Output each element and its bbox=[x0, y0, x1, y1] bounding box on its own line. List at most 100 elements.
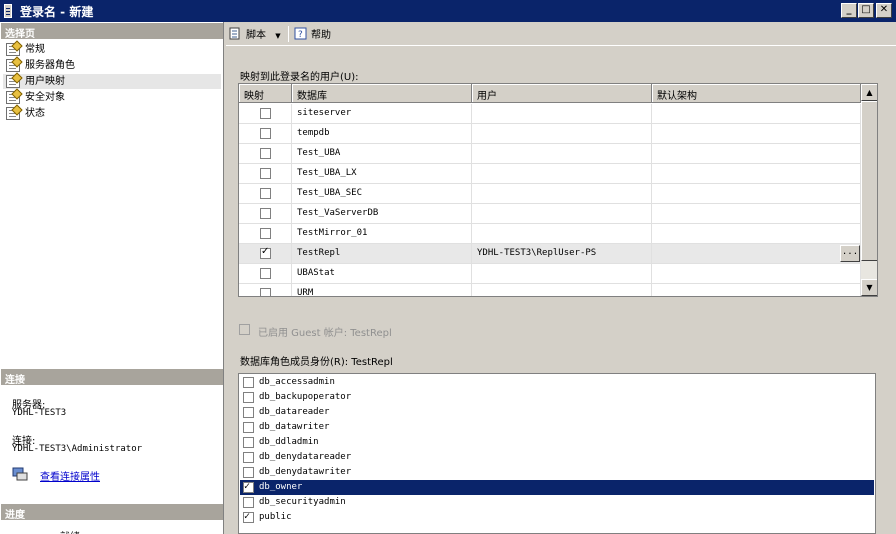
maximize-button[interactable]: □ bbox=[858, 3, 874, 18]
user-cell[interactable] bbox=[472, 164, 652, 184]
table-row[interactable]: Test_UBA_LX bbox=[239, 164, 861, 184]
table-row[interactable]: siteserver bbox=[239, 104, 861, 124]
nav-item[interactable]: 用户映射 bbox=[3, 74, 221, 89]
user-cell[interactable] bbox=[472, 124, 652, 144]
nav-item-label: 常规 bbox=[25, 44, 45, 55]
map-checkbox[interactable] bbox=[260, 188, 271, 199]
role-item[interactable]: db_ddladmin bbox=[240, 435, 874, 450]
col-header-map[interactable]: 映射 bbox=[239, 84, 292, 103]
page-icon bbox=[6, 107, 20, 120]
role-checkbox[interactable] bbox=[243, 407, 254, 418]
role-item[interactable]: db_datareader bbox=[240, 405, 874, 420]
map-checkbox[interactable] bbox=[260, 246, 271, 259]
default-schema-cell[interactable] bbox=[652, 104, 861, 124]
default-schema-cell[interactable] bbox=[652, 284, 861, 296]
role-checkbox[interactable] bbox=[243, 497, 254, 508]
svg-text:?: ? bbox=[298, 30, 303, 40]
default-schema-cell[interactable] bbox=[652, 164, 861, 184]
col-header-user[interactable]: 用户 bbox=[472, 84, 652, 103]
table-row[interactable]: tempdb bbox=[239, 124, 861, 144]
table-row[interactable]: URM bbox=[239, 284, 861, 296]
nav-item-label: 服务器角色 bbox=[25, 60, 75, 71]
user-cell[interactable]: YDHL-TEST3\ReplUser-PS bbox=[472, 244, 652, 264]
role-item[interactable]: db_datawriter bbox=[240, 420, 874, 435]
schema-browse-button[interactable]: ... bbox=[840, 245, 860, 262]
table-row[interactable]: TestMirror_01 bbox=[239, 224, 861, 244]
table-row[interactable]: Test_VaServerDB bbox=[239, 204, 861, 224]
nav-item[interactable]: 服务器角色 bbox=[3, 58, 221, 73]
map-checkbox[interactable] bbox=[260, 168, 271, 179]
user-cell[interactable] bbox=[472, 104, 652, 124]
role-item[interactable]: db_denydatawriter bbox=[240, 465, 874, 480]
role-checkbox[interactable] bbox=[243, 510, 254, 524]
guest-checkbox[interactable] bbox=[239, 324, 250, 335]
col-header-database[interactable]: 数据库 bbox=[292, 84, 472, 103]
view-connection-properties-link[interactable]: 查看连接属性 bbox=[40, 468, 100, 483]
table-row[interactable]: TestReplYDHL-TEST3\ReplUser-PS... bbox=[239, 244, 861, 264]
nav-item[interactable]: 安全对象 bbox=[3, 90, 221, 105]
user-cell[interactable] bbox=[472, 264, 652, 284]
scroll-up-button[interactable]: ▲ bbox=[861, 84, 877, 101]
left-pane: 选择页 常规 服务器角色 用户映射 安全对象 状态 连接 服务器: YDHL-TEST3… bbox=[0, 22, 224, 534]
role-name: db_ddladmin bbox=[259, 437, 319, 447]
user-cell[interactable] bbox=[472, 224, 652, 244]
default-schema-cell[interactable] bbox=[652, 144, 861, 164]
script-label: 脚本 bbox=[246, 30, 266, 41]
role-checkbox[interactable] bbox=[243, 452, 254, 463]
default-schema-cell[interactable] bbox=[652, 184, 861, 204]
map-checkbox[interactable] bbox=[260, 228, 271, 239]
table-row[interactable]: Test_UBA_SEC bbox=[239, 184, 861, 204]
page-glyph bbox=[6, 75, 20, 88]
role-checkbox[interactable] bbox=[243, 377, 254, 388]
scroll-thumb[interactable] bbox=[861, 101, 877, 261]
map-cell bbox=[239, 164, 292, 184]
script-button[interactable]: 脚本 ▼ bbox=[229, 27, 281, 42]
map-cell bbox=[239, 244, 292, 264]
toolbar: 脚本 ▼ ? 帮助 bbox=[226, 22, 896, 46]
nav-item[interactable]: 常规 bbox=[3, 42, 221, 57]
scroll-down-button[interactable]: ▼ bbox=[861, 279, 877, 296]
default-schema-cell[interactable]: ... bbox=[652, 244, 861, 264]
map-checkbox[interactable] bbox=[260, 148, 271, 159]
minimize-button[interactable]: _ bbox=[841, 3, 857, 18]
map-checkbox[interactable] bbox=[260, 128, 271, 139]
close-button[interactable]: ✕ bbox=[876, 3, 892, 18]
role-item[interactable]: db_owner bbox=[240, 480, 874, 495]
database-cell: siteserver bbox=[292, 104, 472, 124]
help-button[interactable]: ? 帮助 bbox=[294, 27, 331, 42]
map-checkbox[interactable] bbox=[260, 108, 271, 119]
role-item[interactable]: db_accessadmin bbox=[240, 375, 874, 390]
col-header-default-schema[interactable]: 默认架构 bbox=[652, 84, 861, 103]
grid-scrollbar[interactable]: ▲ ▼ bbox=[861, 84, 877, 296]
role-item[interactable]: db_denydatareader bbox=[240, 450, 874, 465]
role-membership-list: db_accessadmin db_backupoperator db_datare… bbox=[238, 373, 876, 534]
user-cell[interactable] bbox=[472, 184, 652, 204]
default-schema-cell[interactable] bbox=[652, 204, 861, 224]
user-cell[interactable] bbox=[472, 204, 652, 224]
role-item[interactable]: public bbox=[240, 510, 874, 525]
role-checkbox[interactable] bbox=[243, 392, 254, 403]
map-checkbox[interactable] bbox=[260, 208, 271, 219]
user-cell[interactable] bbox=[472, 144, 652, 164]
connection-properties-icon bbox=[12, 467, 28, 481]
page-icon bbox=[6, 59, 20, 72]
nav-item[interactable]: 状态 bbox=[3, 106, 221, 121]
table-row[interactable]: Test_UBA bbox=[239, 144, 861, 164]
table-row[interactable]: UBAStat bbox=[239, 264, 861, 284]
window-icon bbox=[4, 4, 12, 18]
role-checkbox[interactable] bbox=[243, 467, 254, 478]
user-cell[interactable] bbox=[472, 284, 652, 296]
nav-item-label: 状态 bbox=[25, 108, 45, 119]
default-schema-cell[interactable] bbox=[652, 264, 861, 284]
map-checkbox[interactable] bbox=[260, 268, 271, 279]
role-checkbox[interactable] bbox=[243, 480, 254, 494]
role-item[interactable]: db_securityadmin bbox=[240, 495, 874, 510]
role-checkbox[interactable] bbox=[243, 422, 254, 433]
default-schema-cell[interactable] bbox=[652, 124, 861, 144]
role-item[interactable]: db_backupoperator bbox=[240, 390, 874, 405]
map-checkbox[interactable] bbox=[260, 288, 271, 296]
default-schema-cell[interactable] bbox=[652, 224, 861, 244]
chevron-down-icon[interactable]: ▼ bbox=[275, 32, 280, 40]
connection-header: 连接 bbox=[1, 369, 223, 386]
role-checkbox[interactable] bbox=[243, 437, 254, 448]
